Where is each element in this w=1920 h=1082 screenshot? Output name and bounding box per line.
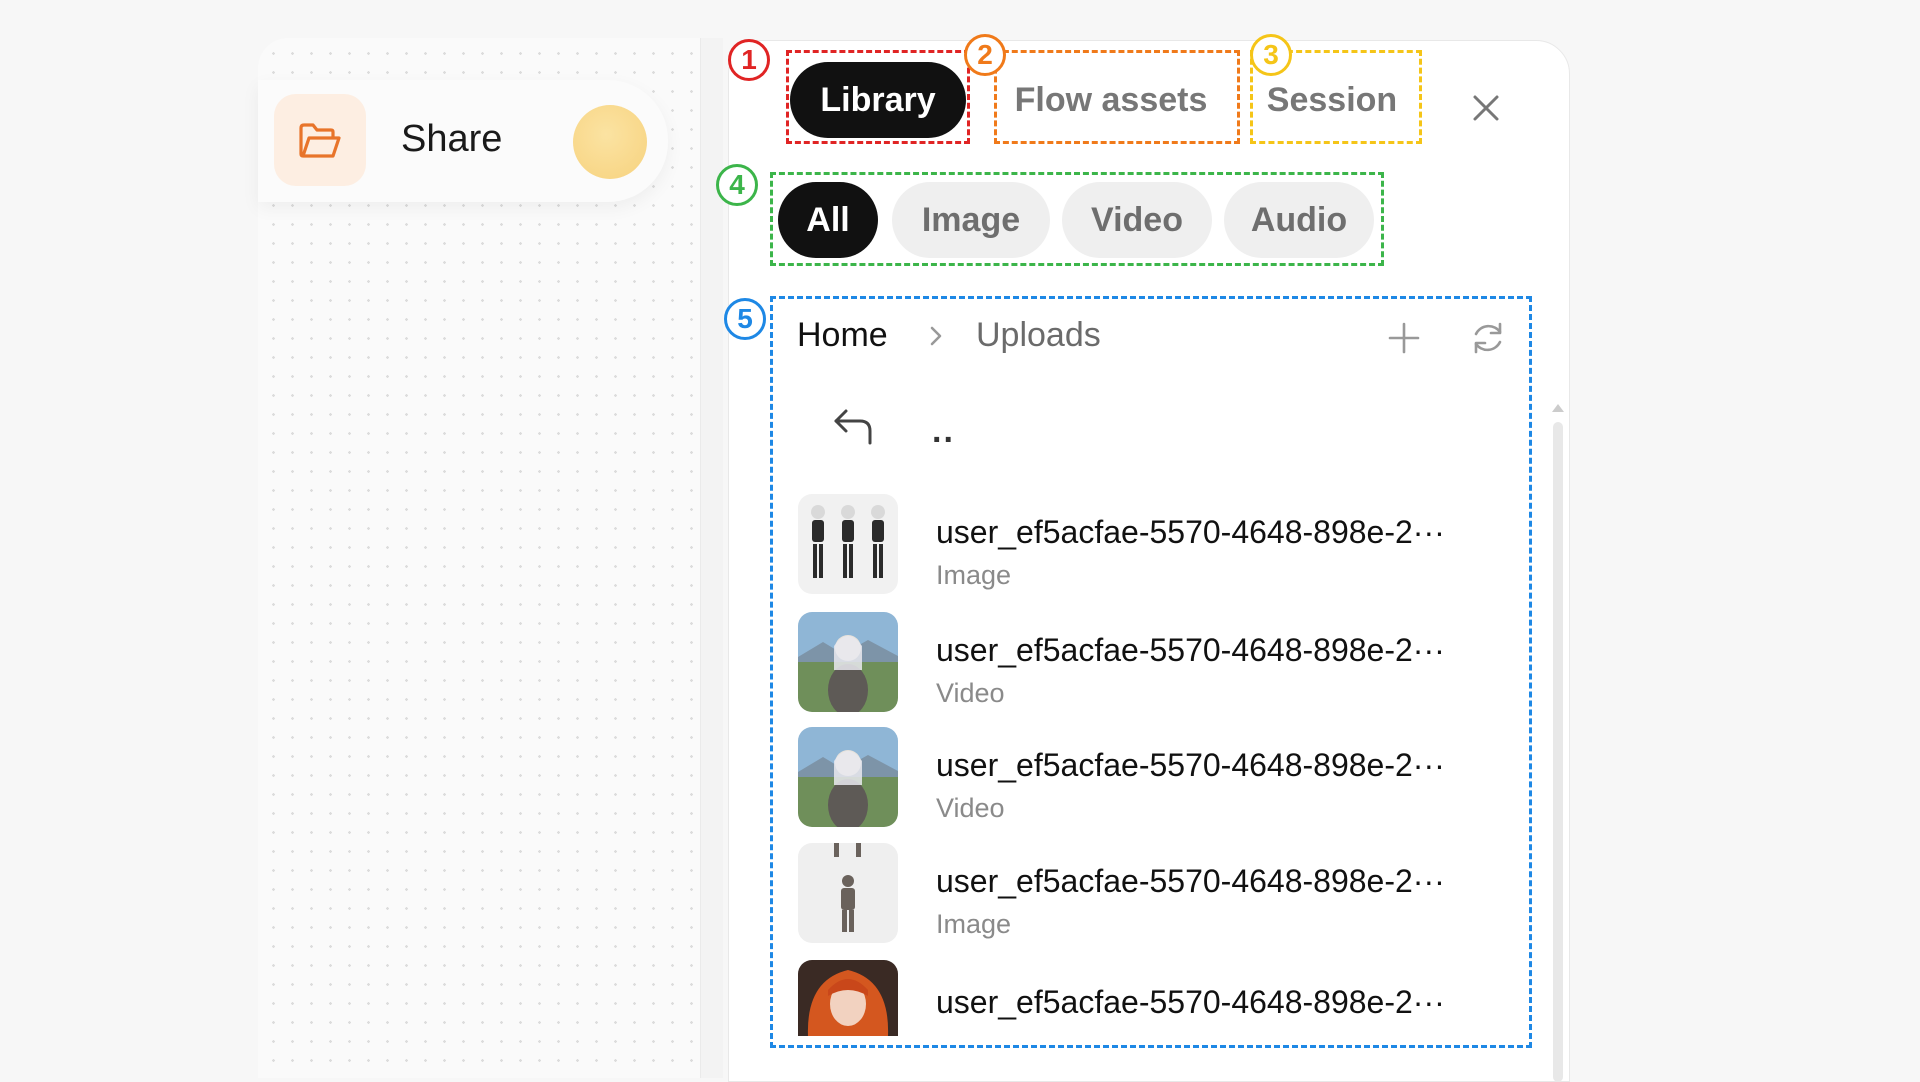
scroll-up-icon[interactable] xyxy=(1552,404,1564,412)
folder-icon xyxy=(299,123,341,158)
scrollbar[interactable] xyxy=(1553,422,1563,1082)
folder-button[interactable] xyxy=(274,94,366,186)
annotation-box-5 xyxy=(770,296,1532,1048)
annotation-badge-4: 4 xyxy=(716,164,758,206)
annotation-badge-3: 3 xyxy=(1250,34,1292,76)
annotation-badge-2: 2 xyxy=(964,34,1006,76)
annotation-badge-1: 1 xyxy=(728,39,770,81)
annotation-badge-5: 5 xyxy=(724,298,766,340)
annotation-box-2 xyxy=(994,50,1240,144)
avatar[interactable] xyxy=(573,105,647,179)
share-button[interactable]: Share xyxy=(401,118,502,161)
annotation-box-1 xyxy=(786,50,970,144)
close-icon[interactable] xyxy=(1470,92,1502,124)
annotation-box-4 xyxy=(770,172,1384,266)
